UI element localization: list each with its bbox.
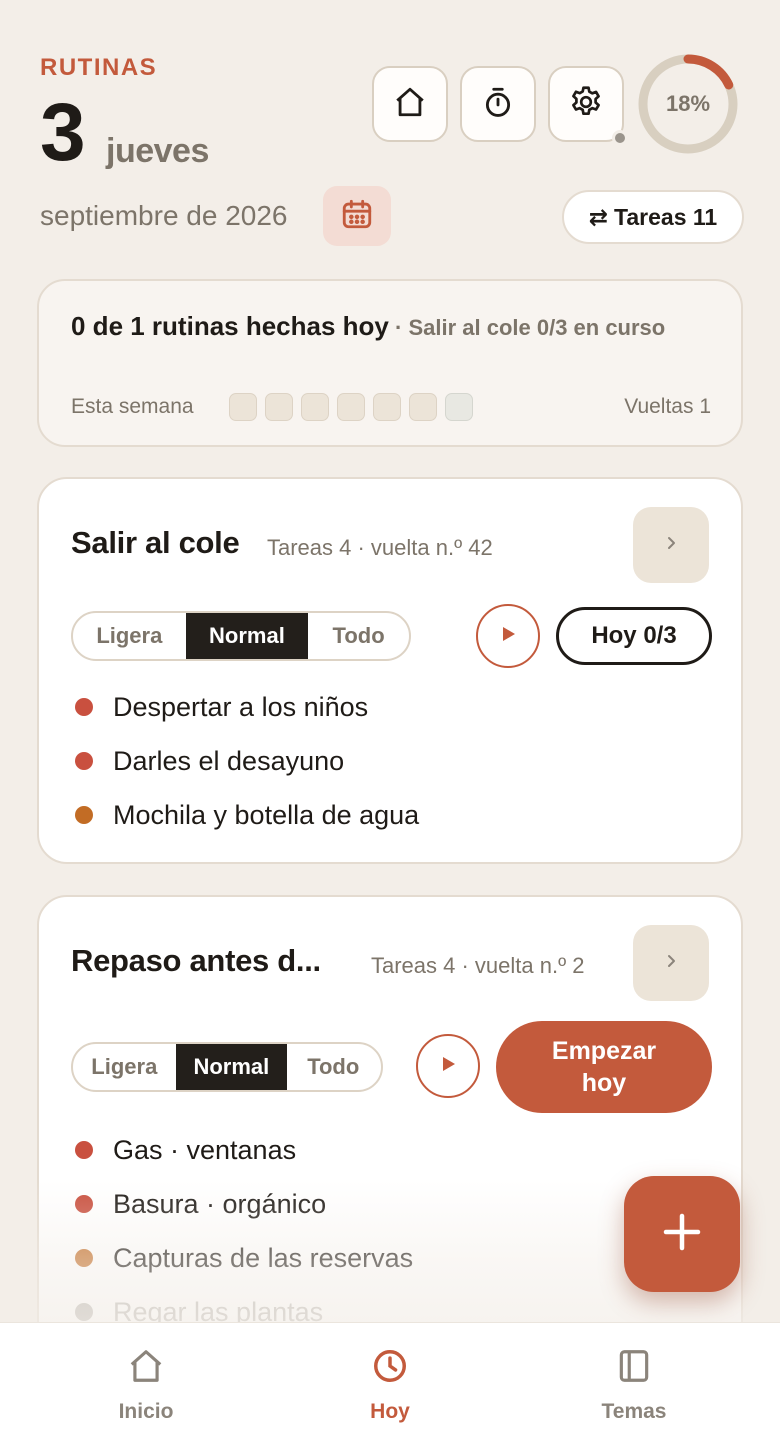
nav-hoy[interactable]: Hoy xyxy=(300,1323,480,1444)
task-text: Gas · ventanas xyxy=(113,1134,297,1165)
tasks-toggle-label: Tareas 11 xyxy=(614,203,718,230)
priority-dot xyxy=(75,698,93,716)
today-progress-button[interactable]: Hoy 0/3 xyxy=(556,607,712,665)
priority-dot xyxy=(75,806,93,824)
task-text: Mochila y botella de agua xyxy=(113,799,420,830)
routine-meta: Tareas 4 · vuelta n.º 42 xyxy=(267,535,493,560)
book-icon xyxy=(615,1323,653,1390)
summary-main: 0 de 1 rutinas hechas hoy xyxy=(71,311,389,341)
task-item[interactable]: Basura · orgánico xyxy=(75,1177,413,1231)
task-item[interactable]: Capturas de las reservas xyxy=(75,1231,413,1285)
start-today-button[interactable]: Empezar hoy xyxy=(496,1021,712,1113)
week-day-box xyxy=(229,393,257,421)
week-day-box xyxy=(337,393,365,421)
settings-button[interactable] xyxy=(548,66,624,142)
nav-label: Temas xyxy=(601,1400,667,1423)
nav-temas[interactable]: Temas xyxy=(544,1323,724,1444)
open-routine-button[interactable] xyxy=(633,507,709,583)
laps-count: Vueltas 1 xyxy=(624,395,711,418)
plus-icon xyxy=(662,1212,702,1257)
play-icon xyxy=(498,624,518,649)
mode-todo[interactable]: Todo xyxy=(308,613,409,659)
intensity-selector: Ligera Normal Todo xyxy=(71,611,411,661)
swap-icon: ⇄ xyxy=(588,203,609,230)
week-day-box xyxy=(409,393,437,421)
summary-text: 0 de 1 rutinas hechas hoy · Salir al col… xyxy=(71,309,691,345)
nav-inicio[interactable]: Inicio xyxy=(56,1323,236,1444)
week-tracker xyxy=(229,393,473,421)
clock-icon xyxy=(371,1323,409,1390)
task-text: Basura · orgánico xyxy=(113,1188,327,1219)
routine-title: Salir al cole xyxy=(71,525,240,560)
mode-normal[interactable]: Normal xyxy=(175,1044,288,1090)
home-icon xyxy=(393,85,427,124)
settings-status-dot xyxy=(612,130,628,146)
daily-summary-card: 0 de 1 rutinas hechas hoy · Salir al col… xyxy=(37,279,743,447)
play-button[interactable] xyxy=(416,1034,480,1098)
week-day-box xyxy=(301,393,329,421)
gear-icon xyxy=(568,84,604,125)
task-item[interactable]: Mochila y botella de agua xyxy=(75,788,419,842)
priority-dot xyxy=(75,752,93,770)
task-list: Gas · ventanas Basura · orgánico Captura… xyxy=(75,1123,413,1339)
day-number: 3 xyxy=(40,87,86,178)
home-button[interactable] xyxy=(372,66,448,142)
mode-todo[interactable]: Todo xyxy=(287,1044,381,1090)
weekday-label: jueves xyxy=(106,132,209,170)
nav-label: Inicio xyxy=(118,1400,174,1423)
task-item[interactable]: Gas · ventanas xyxy=(75,1123,413,1177)
week-day-box-today xyxy=(445,393,473,421)
mode-ligera[interactable]: Ligera xyxy=(73,613,186,659)
task-list: Despertar a los niños Darles el desayuno… xyxy=(75,680,419,842)
intensity-selector: Ligera Normal Todo xyxy=(71,1042,383,1092)
routine-title: Repaso antes d... xyxy=(71,943,321,978)
timer-icon xyxy=(481,85,515,124)
calendar-button[interactable] xyxy=(323,186,391,246)
task-text: Despertar a los niños xyxy=(113,691,369,722)
home-icon xyxy=(127,1323,165,1390)
app-label: RUTINAS xyxy=(40,54,158,81)
week-day-box xyxy=(373,393,401,421)
play-button[interactable] xyxy=(476,604,540,668)
calendar-icon xyxy=(340,197,374,236)
month-year-label: septiembre de 2026 xyxy=(40,200,288,231)
tasks-toggle-button[interactable]: ⇄ Tareas 11 xyxy=(562,190,744,244)
open-routine-button[interactable] xyxy=(633,925,709,1001)
priority-dot xyxy=(75,1303,93,1321)
task-text: Capturas de las reservas xyxy=(113,1242,414,1273)
routine-card[interactable]: Salir al cole Tareas 4 · vuelta n.º 42 L… xyxy=(37,477,743,864)
priority-dot xyxy=(75,1249,93,1267)
mode-ligera[interactable]: Ligera xyxy=(73,1044,176,1090)
chevron-right-icon xyxy=(663,953,679,974)
bottom-nav: Inicio Hoy Temas xyxy=(0,1322,780,1444)
chevron-right-icon xyxy=(663,535,679,556)
task-text: Darles el desayuno xyxy=(113,745,345,776)
routine-meta: Tareas 4 · vuelta n.º 2 xyxy=(371,953,585,978)
priority-dot xyxy=(75,1141,93,1159)
task-item[interactable]: Darles el desayuno xyxy=(75,734,419,788)
mode-normal[interactable]: Normal xyxy=(185,613,309,659)
nav-label: Hoy xyxy=(370,1400,410,1423)
progress-percent: 18% xyxy=(665,91,711,116)
priority-dot xyxy=(75,1195,93,1213)
play-icon xyxy=(438,1054,458,1079)
timer-button[interactable] xyxy=(460,66,536,142)
task-item[interactable]: Despertar a los niños xyxy=(75,680,419,734)
add-routine-button[interactable] xyxy=(624,1176,740,1292)
week-label: Esta semana xyxy=(71,395,194,418)
summary-sub: · Salir al cole 0/3 en curso xyxy=(388,315,666,340)
week-day-box xyxy=(265,393,293,421)
